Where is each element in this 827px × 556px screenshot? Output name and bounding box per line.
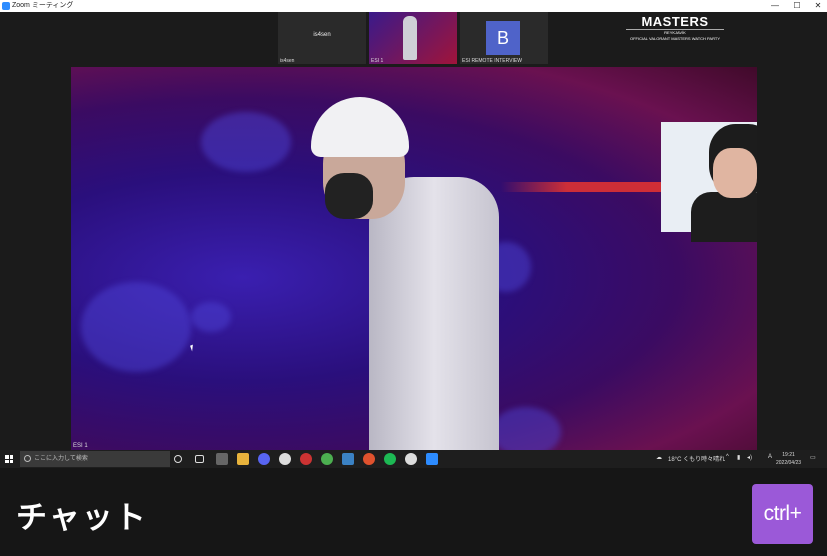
window-title: Zoom ミーティング (12, 2, 74, 9)
task-view-icon[interactable] (195, 455, 204, 463)
participant-name: ESI REMOTE INTERVIEW (462, 58, 522, 64)
person-figure (369, 177, 499, 450)
participant-name-center: is4sen (313, 32, 331, 38)
mouse-cursor (190, 344, 195, 352)
minimize-button[interactable]: — (769, 0, 781, 12)
clock-time: 19:21 (782, 452, 795, 458)
chevron-up-icon[interactable]: ^ (726, 454, 729, 460)
close-button[interactable]: ✕ (812, 0, 824, 12)
backdrop-blob (191, 302, 231, 332)
participant-tile-esi1[interactable]: ESI 1 (369, 12, 457, 64)
avatar: B (486, 21, 520, 55)
streamer-webcam (661, 122, 757, 242)
shield-icon[interactable] (216, 453, 228, 465)
zoom-icon[interactable] (426, 453, 438, 465)
app-icon[interactable] (363, 453, 375, 465)
video-label: ESI 1 (73, 443, 88, 449)
clock-date: 2022/04/23 (776, 460, 802, 466)
folder-icon[interactable] (237, 453, 249, 465)
chrome-icon[interactable] (279, 453, 291, 465)
face-mask (325, 173, 373, 219)
masters-logo: MASTERS REYKJAVÍK OFFICIAL VALORANT MAST… (626, 14, 724, 44)
taskbar-clock[interactable]: 19:21 2022/04/23 (776, 451, 801, 467)
windows-taskbar: ここに入力して検索 ☁ 18°C くもり時々晴れ ^ ▮ ◂) A 19:21 … (0, 450, 827, 468)
zoom-meeting-window: is4sen is4sen ESI 1 B ESI REMOTE INTERVI… (0, 12, 827, 450)
backdrop-blob (81, 282, 191, 372)
notification-icon[interactable]: ▭ (810, 454, 816, 461)
spotify-icon[interactable] (384, 453, 396, 465)
ime-indicator[interactable]: A (768, 454, 772, 460)
participant-tile-remote-interview[interactable]: B ESI REMOTE INTERVIEW (460, 12, 548, 64)
maximize-button[interactable]: ☐ (791, 0, 803, 12)
window-titlebar: Zoom ミーティング — ☐ ✕ (0, 0, 827, 12)
chat-title: チャット (16, 500, 148, 536)
search-icon (24, 455, 31, 462)
volume-icon[interactable]: ◂) (747, 454, 752, 461)
chat-overlay: チャット ctrl+ (0, 468, 827, 556)
participant-tile-is4sen[interactable]: is4sen is4sen (278, 12, 366, 64)
backdrop-blob (201, 112, 291, 172)
participant-name: is4sen (280, 58, 295, 64)
participant-name: ESI 1 (371, 58, 384, 64)
white-cap (311, 97, 409, 157)
note-icon[interactable] (342, 453, 354, 465)
obs-icon[interactable] (300, 453, 312, 465)
chrome-icon[interactable] (321, 453, 333, 465)
streamer-face (713, 148, 757, 198)
participant-video (403, 16, 417, 60)
logo-subtitle: REYKJAVÍK (626, 29, 724, 36)
discord-icon[interactable] (258, 453, 270, 465)
logo-tagline: OFFICIAL VALORANT MASTERS WATCH PARTY (629, 36, 720, 41)
taskbar-search-input[interactable]: ここに入力して検索 (20, 451, 170, 467)
weather-status[interactable]: 18°C くもり時々晴れ (668, 454, 725, 463)
backdrop-blob (491, 407, 561, 450)
chrome-icon[interactable] (405, 453, 417, 465)
logo-title: MASTERS (641, 14, 709, 29)
main-video[interactable]: ESI 1 (71, 67, 757, 450)
ctrl-plus-button[interactable]: ctrl+ (752, 484, 813, 544)
participant-strip: is4sen is4sen ESI 1 B ESI REMOTE INTERVI… (278, 12, 550, 64)
network-icon[interactable]: ▮ (737, 454, 740, 461)
search-placeholder: ここに入力して検索 (34, 456, 88, 462)
windows-start-icon[interactable] (5, 455, 13, 463)
zoom-icon (2, 2, 10, 10)
cortana-icon[interactable] (174, 455, 182, 463)
streamer-shirt (691, 192, 757, 242)
cloud-icon: ☁ (656, 455, 662, 461)
